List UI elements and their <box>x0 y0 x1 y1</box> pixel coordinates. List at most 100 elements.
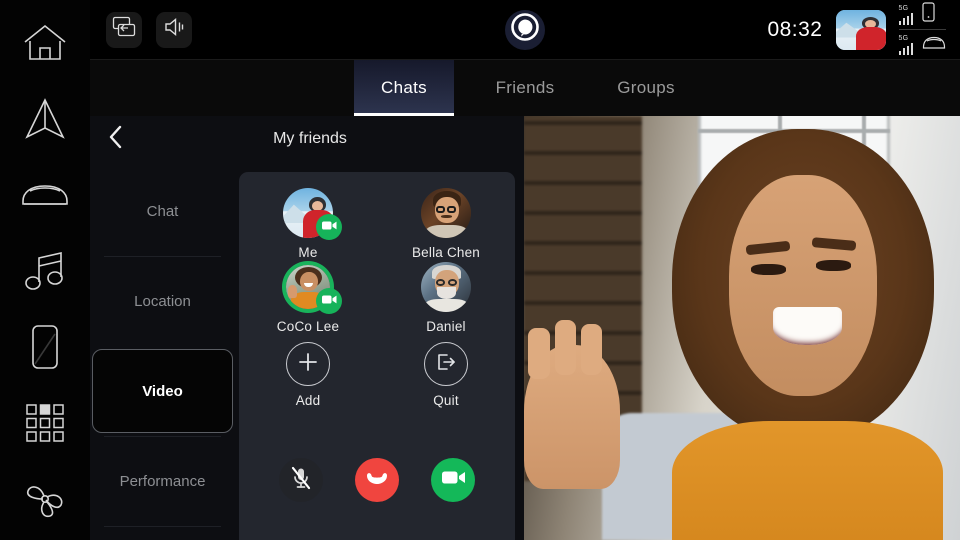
dock-item-media[interactable] <box>15 244 75 298</box>
signal-divider <box>898 29 946 30</box>
signal-bars-phone <box>898 12 913 25</box>
voice-assistant-icon <box>510 12 540 47</box>
participant-daniel[interactable]: Daniel <box>377 262 515 334</box>
left-dock <box>0 0 90 540</box>
video-camera-icon <box>441 469 466 491</box>
avatar-illustration <box>835 9 886 50</box>
avatar <box>421 188 471 238</box>
menu-item-label: Location <box>134 292 191 310</box>
quit-call-button[interactable]: Quit <box>377 342 515 408</box>
participant-me[interactable]: Me <box>239 188 377 260</box>
add-participant-button[interactable]: Add <box>239 342 377 408</box>
video-on-badge <box>316 288 342 314</box>
participant-name: Bella Chen <box>411 245 481 260</box>
toggle-camera-button[interactable] <box>431 458 475 502</box>
phone-icon <box>922 2 935 27</box>
participants-card: Me Bella Chen CoCo Lee Daniel Add Quit <box>239 172 515 540</box>
plus-icon-wrap <box>286 342 330 386</box>
infotainment-screen: 08:32 5G 5G Chats Friends Groups My frie… <box>0 0 960 540</box>
dock-item-apps[interactable] <box>15 396 75 450</box>
menu-item-label: Chat <box>146 202 179 220</box>
voice-assistant-button[interactable] <box>505 9 545 50</box>
dock-item-car[interactable] <box>15 168 75 222</box>
phone-icon <box>30 324 60 370</box>
dock-item-climate[interactable] <box>15 472 75 526</box>
tab-friends[interactable]: Friends <box>475 60 575 116</box>
connection-phone: 5G <box>898 2 947 27</box>
car-icon <box>20 181 70 209</box>
video-camera-icon <box>321 218 337 236</box>
feature-menu: Chat Location Video Performance <box>90 162 235 540</box>
panel-header: My friends <box>90 116 524 162</box>
volume-button[interactable] <box>156 11 192 48</box>
avatar <box>421 262 471 312</box>
screen-share-button[interactable] <box>106 11 142 48</box>
dock-item-phone[interactable] <box>15 320 75 374</box>
main-area: 08:32 5G 5G Chats Friends Groups My frie… <box>90 0 960 540</box>
tab-groups-label: Groups <box>617 78 675 97</box>
car-icon <box>922 35 946 55</box>
menu-divider <box>104 526 221 527</box>
participant-bella-chen[interactable]: Bella Chen <box>377 188 515 260</box>
signal-bars-car <box>898 42 913 55</box>
tab-chats[interactable]: Chats <box>354 60 454 116</box>
connectivity-indicators: 5G 5G <box>898 2 947 57</box>
avatar <box>283 262 342 314</box>
back-button[interactable] <box>104 125 128 154</box>
participants-grid: Me Bella Chen CoCo Lee Daniel Add Quit <box>239 188 515 408</box>
tab-groups[interactable]: Groups <box>596 60 696 116</box>
avatar-illustration <box>421 262 471 312</box>
participant-coco-lee[interactable]: CoCo Lee <box>239 262 377 334</box>
call-controls <box>279 458 475 502</box>
action-label: Add <box>295 393 321 408</box>
menu-item-video[interactable]: Video <box>92 349 233 433</box>
mic-off-icon <box>290 466 312 495</box>
status-right-cluster: 08:32 5G 5G <box>767 2 950 57</box>
tab-friends-label: Friends <box>495 78 555 97</box>
video-on-badge <box>316 214 342 240</box>
avatar <box>283 188 342 240</box>
menu-item-label: Video <box>142 382 183 400</box>
video-camera-icon <box>321 292 337 310</box>
content-area: My friends Chat Location Video Performan… <box>90 116 960 540</box>
volume-icon <box>163 17 185 42</box>
network-label-phone: 5G <box>898 4 909 12</box>
friends-panel: My friends Chat Location Video Performan… <box>90 116 524 540</box>
end-call-button[interactable] <box>355 458 399 502</box>
participant-name: Me <box>298 245 318 260</box>
apps-grid-icon <box>25 403 65 443</box>
panel-body: Chat Location Video Performance Me Bella… <box>90 162 524 540</box>
menu-item-location[interactable]: Location <box>90 256 235 346</box>
dock-item-navigation[interactable] <box>15 92 75 146</box>
tab-spacer <box>575 60 596 116</box>
exit-icon-wrap <box>424 342 468 386</box>
tab-spacer <box>454 60 475 116</box>
hangup-icon <box>365 471 389 490</box>
tab-chats-label: Chats <box>381 78 427 97</box>
navigation-arrow-icon <box>24 97 66 141</box>
user-avatar[interactable] <box>835 9 886 50</box>
participant-name: CoCo Lee <box>276 319 340 334</box>
screen-share-icon <box>112 16 136 43</box>
tab-bar: Chats Friends Groups <box>90 60 960 116</box>
menu-item-performance[interactable]: Performance <box>90 436 235 526</box>
exit-icon <box>435 352 457 377</box>
menu-item-chat[interactable]: Chat <box>90 166 235 256</box>
main-video-feed[interactable] <box>524 116 960 540</box>
page-title: My friends <box>273 130 347 147</box>
fan-icon <box>22 477 68 521</box>
connection-car: 5G <box>898 32 947 57</box>
home-icon <box>22 23 68 63</box>
avatar-illustration <box>421 188 471 238</box>
action-label: Quit <box>433 393 459 408</box>
mute-microphone-button[interactable] <box>279 458 323 502</box>
status-bar: 08:32 5G 5G <box>90 0 960 60</box>
menu-item-label: Performance <box>119 472 206 490</box>
back-chevron-icon <box>108 125 124 154</box>
dock-item-home[interactable] <box>15 16 75 70</box>
plus-icon <box>297 351 319 378</box>
video-illustration <box>524 116 960 540</box>
participant-name: Daniel <box>426 319 466 334</box>
network-label-car: 5G <box>898 34 909 42</box>
music-note-icon <box>23 250 67 292</box>
